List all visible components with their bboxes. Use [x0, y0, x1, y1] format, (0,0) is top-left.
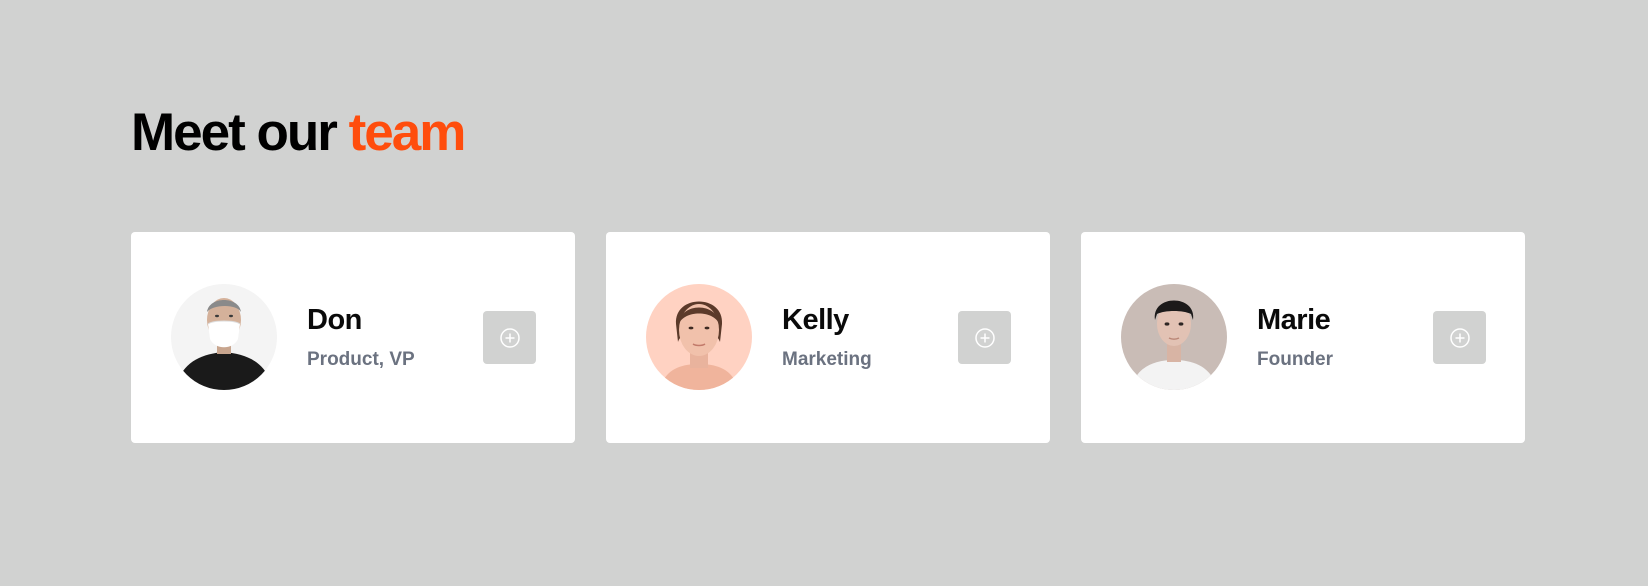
team-card-marie: Marie Founder — [1081, 232, 1525, 443]
member-role: Marketing — [782, 349, 872, 370]
add-button-don[interactable] — [483, 311, 536, 364]
add-button-kelly[interactable] — [958, 311, 1011, 364]
avatar-kelly — [646, 284, 752, 390]
member-name: Marie — [1257, 304, 1331, 336]
team-card-kelly: Kelly Marketing — [606, 232, 1050, 443]
plus-circle-icon — [1449, 327, 1470, 348]
team-cards: Don Product, VP Kelly Marketing Marie Fo… — [131, 232, 1525, 443]
member-role: Founder — [1257, 349, 1333, 370]
add-button-marie[interactable] — [1433, 311, 1486, 364]
heading-accent: team — [348, 103, 467, 162]
plus-circle-icon — [974, 327, 995, 348]
avatar-don — [171, 284, 277, 390]
member-name: Kelly — [782, 304, 849, 336]
section-heading: Meet our team — [131, 100, 467, 166]
avatar-marie — [1121, 284, 1227, 390]
plus-circle-icon — [499, 327, 520, 348]
member-role: Product, VP — [307, 349, 415, 370]
team-card-don: Don Product, VP — [131, 232, 575, 443]
member-name: Don — [307, 304, 362, 336]
heading-text: Meet our — [131, 103, 338, 162]
